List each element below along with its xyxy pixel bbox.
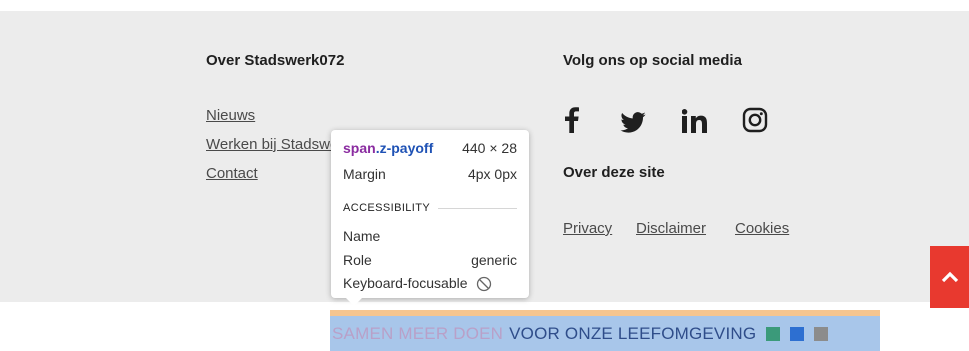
tooltip-role-row: Role generic (343, 252, 517, 268)
footer-heading-about: Over Stadswerk072 (206, 52, 345, 69)
linkedin-icon[interactable] (681, 109, 710, 138)
chevron-up-icon (941, 271, 958, 283)
payoff-highlight: SAMEN MEER DOEN VOOR ONZE LEEFOMGEVING (330, 310, 880, 351)
footer-link-nieuws[interactable]: Nieuws (206, 107, 255, 124)
gray-square-icon (814, 326, 829, 341)
tooltip-margin-row: Margin 4px 0px (343, 166, 517, 182)
not-allowed-icon (476, 276, 491, 292)
name-label: Name (343, 228, 381, 244)
footer-link-disclaimer[interactable]: Disclaimer (636, 220, 706, 237)
facebook-icon[interactable] (565, 107, 579, 138)
footer-link-contact[interactable]: Contact (206, 165, 258, 182)
footer-heading-social: Volg ons op social media (563, 52, 742, 69)
payoff-text: SAMEN MEER DOEN VOOR ONZE LEEFOMGEVING (330, 316, 880, 351)
footer-heading-site: Over deze site (563, 164, 665, 181)
inspect-tooltip: span.z-payoff 440 × 28 Margin 4px 0px AC… (331, 130, 529, 298)
tooltip-name-row: Name (343, 228, 517, 244)
blue-square-icon (790, 326, 805, 341)
tooltip-focusable-row: Keyboard-focusable (343, 275, 517, 292)
footer-link-privacy[interactable]: Privacy (563, 220, 612, 237)
tooltip-arrow (345, 297, 363, 306)
selector-tag: span (343, 140, 376, 156)
role-value: generic (471, 252, 517, 268)
accessibility-section-title: ACCESSIBILITY (343, 202, 517, 214)
margin-label: Margin (343, 166, 386, 182)
green-square-icon (766, 326, 781, 341)
section-title-text: ACCESSIBILITY (343, 202, 431, 214)
scroll-to-top-button[interactable] (930, 246, 969, 308)
tooltip-size: 440 × 28 (462, 140, 517, 156)
instagram-icon[interactable] (742, 107, 768, 138)
margin-value: 4px 0px (467, 166, 517, 182)
footer-link-cookies[interactable]: Cookies (735, 220, 789, 237)
role-label: Role (343, 252, 372, 268)
focusable-label: Keyboard-focusable (343, 275, 468, 291)
twitter-icon[interactable] (620, 112, 646, 138)
section-divider (438, 207, 517, 209)
payoff-part-2: VOOR ONZE LEEFOMGEVING (509, 323, 757, 343)
tooltip-selector-row: span.z-payoff 440 × 28 (343, 140, 517, 156)
tooltip-selector: span.z-payoff (343, 140, 433, 156)
payoff-part-1: SAMEN MEER DOEN (332, 323, 504, 343)
selector-class: .z-payoff (375, 140, 434, 156)
